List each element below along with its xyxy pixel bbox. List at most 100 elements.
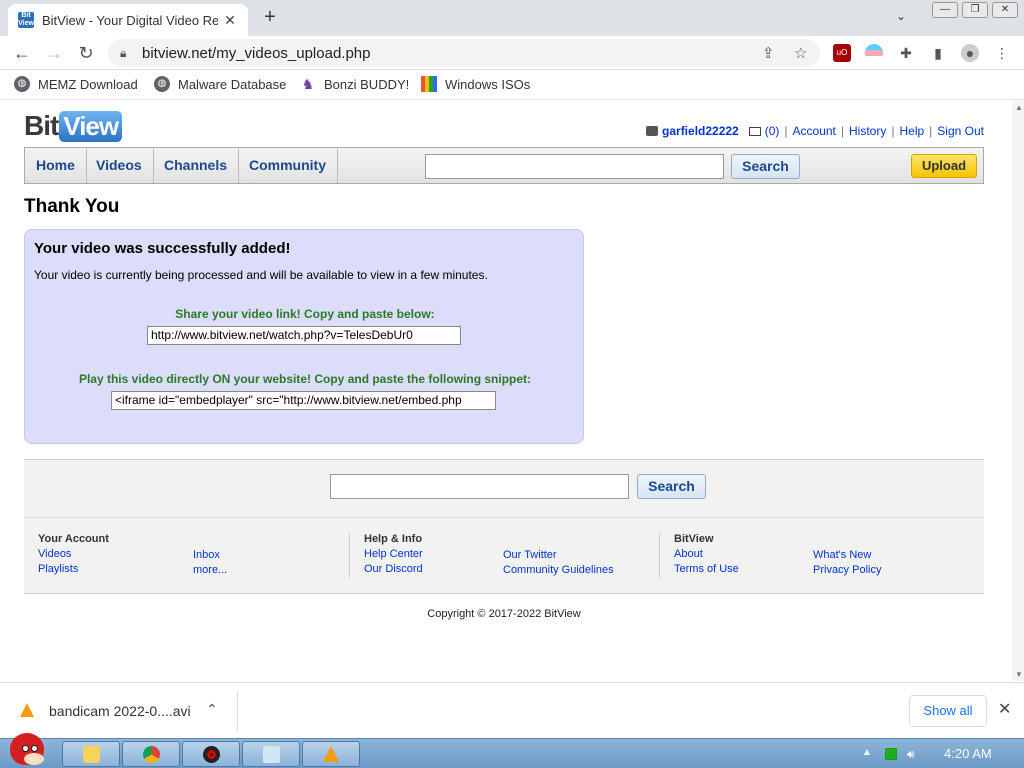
extensions-puzzle-icon[interactable]: ✚ (897, 44, 915, 62)
mail-count-link[interactable]: (0) (765, 124, 780, 138)
embed-snippet-field[interactable]: <iframe id="embedplayer" src="http://www… (111, 391, 496, 410)
notepad-icon (263, 746, 280, 763)
footer-link-inbox[interactable]: Inbox (193, 548, 227, 563)
tab-search-chevron-icon[interactable]: ⌄ (896, 9, 906, 23)
bookmark-star-icon[interactable]: ☆ (794, 44, 807, 62)
processing-message: Your video is currently being processed … (34, 268, 488, 282)
bird-eye (22, 745, 29, 752)
scroll-down-arrow-icon[interactable]: ▼ (1015, 670, 1023, 679)
taskbar-notepad[interactable] (242, 741, 300, 767)
minimize-button[interactable]: — (932, 2, 958, 18)
bookmark-windows-isos[interactable]: Windows ISOs (421, 76, 530, 92)
username-link[interactable]: garfield22222 (662, 124, 739, 138)
nav-community[interactable]: Community (238, 148, 338, 183)
footer-link-help-center[interactable]: Help Center (364, 547, 423, 562)
footer-search-input[interactable] (330, 474, 629, 499)
restore-button[interactable]: ❐ (962, 2, 988, 18)
new-tab-button[interactable]: + (258, 6, 282, 30)
nav-channels[interactable]: Channels (153, 148, 240, 183)
success-title: Your video was successfully added! (34, 240, 291, 257)
close-download-bar-icon[interactable]: ✕ (998, 699, 1011, 719)
download-file-name[interactable]: bandicam 2022-0....avi (49, 703, 191, 719)
forward-arrow-icon[interactable]: → (42, 42, 66, 64)
web-page: Bit View garfield22222 (0) | Account | H… (0, 101, 1012, 681)
ublock-icon[interactable]: uO (833, 44, 851, 62)
extension-circle-icon[interactable] (865, 44, 883, 62)
bitview-logo[interactable]: Bit View (24, 109, 123, 143)
upload-button[interactable]: Upload (911, 154, 977, 178)
browser-tab-strip: Bit View BitView - Your Digital Video Re… (0, 0, 1024, 36)
show-all-button[interactable]: Show all (909, 695, 987, 727)
download-separator (237, 691, 238, 731)
footer-your-account-2: Inbox more... (193, 533, 227, 578)
header-search-input[interactable] (425, 154, 724, 179)
footer-link-privacy[interactable]: Privacy Policy (813, 563, 881, 578)
footer-link-playlists[interactable]: Playlists (38, 562, 109, 577)
footer-link-whats-new[interactable]: What's New (813, 548, 881, 563)
bird-belly (24, 753, 44, 765)
globe-icon: ◍ (154, 76, 170, 92)
footer-heading: BitView (674, 533, 714, 545)
taskbar-bandicam[interactable] (182, 741, 240, 767)
start-button[interactable] (4, 731, 50, 768)
taskbar-explorer[interactable] (62, 741, 120, 767)
bookmark-label: Bonzi BUDDY! (324, 76, 410, 92)
bookmark-memz[interactable]: ◍ MEMZ Download (14, 76, 138, 92)
footer-your-account: Your Account Videos Playlists (38, 533, 109, 577)
profile-avatar-icon[interactable]: ● (961, 44, 979, 62)
nav-videos[interactable]: Videos (85, 148, 154, 183)
bonzi-icon: ♞ (301, 76, 315, 92)
page-scrollbar[interactable]: ▲ ▼ (1012, 101, 1024, 681)
separator: | (784, 124, 788, 138)
back-arrow-icon[interactable]: ← (10, 42, 34, 64)
globe-icon: ◍ (14, 76, 30, 92)
chevron-up-icon[interactable]: ⌃ (206, 701, 218, 718)
close-window-button[interactable]: ✕ (992, 2, 1018, 18)
history-link[interactable]: History (849, 124, 886, 138)
taskbar-chrome[interactable] (122, 741, 180, 767)
network-tray-icon[interactable] (885, 748, 897, 760)
footer-link-guidelines[interactable]: Community Guidelines (503, 563, 614, 578)
url-text: bitview.net/my_videos_upload.php (142, 45, 371, 62)
menu-kebab-icon[interactable]: ⋮ (993, 44, 1011, 62)
scroll-up-arrow-icon[interactable]: ▲ (1015, 103, 1023, 112)
footer-link-more[interactable]: more... (193, 563, 227, 578)
footer-link-about[interactable]: About (674, 547, 739, 562)
folder-icon (83, 746, 100, 763)
share-icon[interactable]: ⇪ (762, 44, 775, 62)
help-link[interactable]: Help (899, 124, 924, 138)
record-icon (203, 746, 220, 763)
share-link-label: Share your video link! Copy and paste be… (175, 307, 435, 321)
user-bar: garfield22222 (0) | Account | History | … (646, 124, 984, 138)
footer-link-discord[interactable]: Our Discord (364, 562, 423, 577)
browser-tab[interactable]: Bit View BitView - Your Digital Video Re… (8, 4, 248, 36)
footer-heading: Help & Info (364, 533, 423, 545)
footer-bitview-2: What's New Privacy Policy (813, 533, 881, 578)
bookmark-bonzi-buddy[interactable]: ♞ Bonzi BUDDY! (300, 76, 410, 92)
taskbar-vlc[interactable] (302, 741, 360, 767)
header-search-button[interactable]: Search (731, 154, 800, 179)
tray-expand-icon[interactable]: ▲ (862, 747, 872, 758)
reload-icon[interactable]: ↻ (74, 42, 98, 64)
address-bar[interactable]: 🔒︎ bitview.net/my_videos_upload.php ⇪ ☆ (108, 39, 820, 67)
side-panel-icon[interactable]: ▮ (929, 44, 947, 62)
bookmark-malware-database[interactable]: ◍ Malware Database (154, 76, 286, 92)
footer-search-button[interactable]: Search (637, 474, 706, 499)
footer-separator (659, 533, 660, 578)
tab-close-icon[interactable]: ✕ (222, 12, 238, 29)
speaker-icon[interactable]: 🔊︎ (907, 747, 915, 762)
window-controls: — ❐ ✕ (932, 2, 1018, 18)
mail-icon[interactable] (748, 126, 761, 136)
logo-view-text: View (59, 110, 123, 142)
footer-link-videos[interactable]: Videos (38, 547, 109, 562)
account-link[interactable]: Account (793, 124, 836, 138)
nav-home[interactable]: Home (25, 148, 87, 183)
share-link-field[interactable]: http://www.bitview.net/watch.php?v=Teles… (147, 326, 461, 345)
footer-help-info: Help & Info Help Center Our Discord (364, 533, 423, 577)
footer-link-terms[interactable]: Terms of Use (674, 562, 739, 577)
clock[interactable]: 4:20 AM (944, 746, 992, 761)
main-navbar: Home Videos Channels Community Search Up… (24, 147, 984, 184)
sign-out-link[interactable]: Sign Out (937, 124, 984, 138)
lock-icon: 🔒︎ (120, 46, 127, 60)
footer-link-twitter[interactable]: Our Twitter (503, 548, 614, 563)
